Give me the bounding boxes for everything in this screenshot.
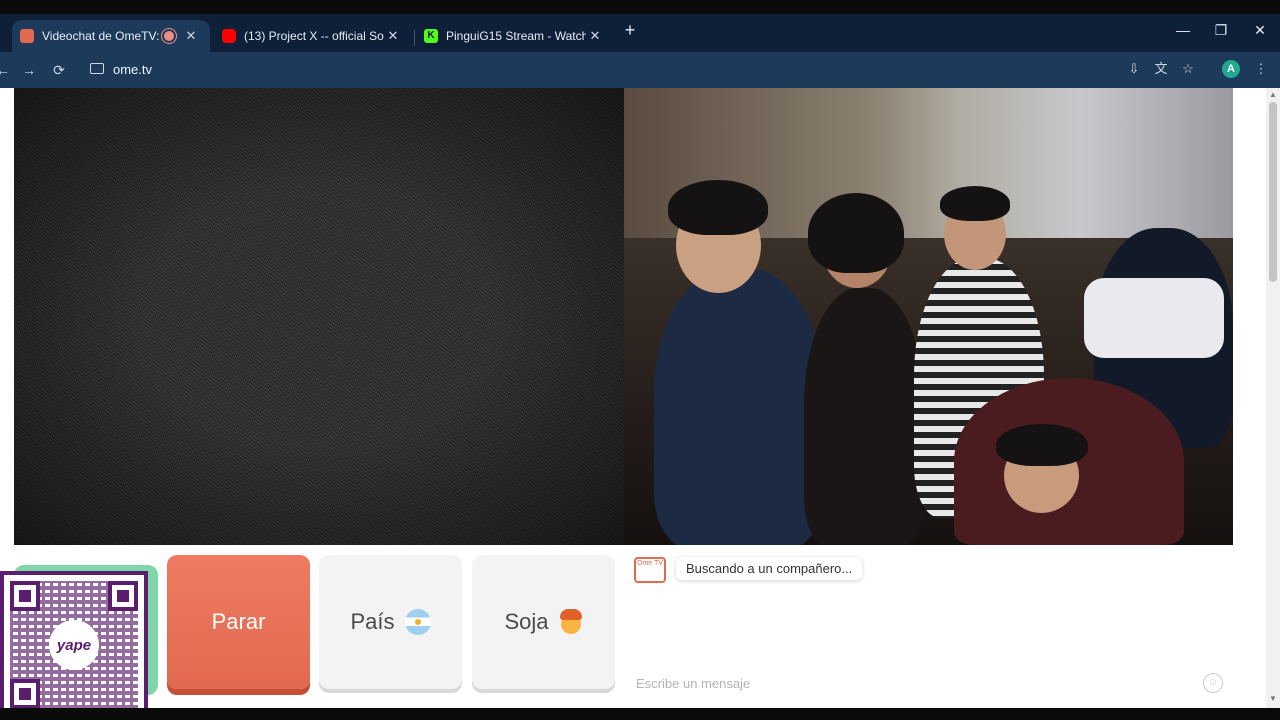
status-message: Buscando a un compañero... (676, 557, 863, 580)
browser-toolbar: ← → ⟳ ome.tv ⇩ 文 ☆ A ⋮ (0, 52, 1280, 88)
translate-icon[interactable]: 文 (1152, 60, 1170, 78)
boy-emoji-icon (559, 609, 583, 635)
reload-button[interactable]: ⟳ (48, 59, 70, 81)
kick-icon: K (424, 29, 438, 43)
person-hair (668, 180, 768, 235)
window-top-edge (0, 0, 1280, 14)
youtube-icon (222, 29, 236, 43)
url-text: ome.tv (113, 62, 153, 77)
recording-indicator-icon (162, 29, 176, 43)
gender-button[interactable]: Soja (472, 555, 615, 689)
scroll-up-icon[interactable]: ▲ (1266, 90, 1280, 99)
tab-title: (13) Project X -- official Soundtr (244, 29, 384, 43)
ometv-page: Parar País Soja Ome TV Buscando a un com… (0, 88, 1280, 720)
argentina-flag-icon (404, 609, 431, 635)
person-silhouette (654, 268, 824, 545)
close-tab-icon[interactable]: ✕ (384, 28, 402, 44)
yape-qr-overlay: yape (0, 571, 148, 720)
qr-finder (108, 581, 138, 611)
person-hair (808, 193, 904, 273)
minimize-button[interactable]: — (1173, 22, 1193, 38)
tab-youtube[interactable]: (13) Project X -- official Soundtr ✕ (214, 20, 412, 52)
qr-code: yape (4, 575, 144, 715)
menu-icon[interactable]: ⋮ (1252, 60, 1270, 78)
restore-button[interactable]: ❐ (1211, 22, 1231, 39)
window-bottom-edge (0, 708, 1280, 720)
tab-kick[interactable]: K PinguiG15 Stream - Watch Live ✕ (416, 20, 614, 52)
forward-button[interactable]: → (18, 59, 40, 81)
tab-ometv[interactable]: Videochat de OmeTV: una a ✕ (12, 20, 210, 52)
close-tab-icon[interactable]: ✕ (586, 28, 604, 44)
ometv-logo-icon: Ome TV (634, 557, 666, 583)
scroll-thumb[interactable] (1269, 102, 1277, 282)
country-button[interactable]: País (319, 555, 462, 689)
scroll-down-icon[interactable]: ▼ (1266, 694, 1280, 703)
close-tab-icon[interactable]: ✕ (182, 28, 200, 44)
tab-strip: Videochat de OmeTV: una a ✕ (13) Project… (0, 14, 1280, 52)
qr-finder (10, 581, 40, 611)
person-silhouette (804, 288, 924, 545)
gender-button-label: Soja (504, 609, 549, 634)
pillow (1084, 278, 1224, 358)
stop-button-label: Parar (211, 609, 266, 634)
country-button-label: País (350, 609, 395, 634)
bookmark-star-icon[interactable]: ☆ (1179, 60, 1197, 78)
close-window-button[interactable]: ✕ (1250, 22, 1270, 39)
tab-title: Videochat de OmeTV: una a (42, 29, 162, 43)
new-tab-button[interactable]: + (620, 21, 640, 41)
tab-title: PinguiG15 Stream - Watch Live (446, 29, 586, 43)
local-video-static (14, 88, 624, 545)
page-scrollbar[interactable]: ▲ ▼ (1266, 88, 1280, 720)
yape-logo: yape (49, 620, 99, 670)
chat-panel: Ome TV Buscando a un compañero... ☺ (624, 545, 1233, 720)
profile-avatar[interactable]: A (1222, 60, 1240, 78)
tab-separator (414, 30, 415, 46)
person-hair (996, 424, 1088, 466)
camera-permission-icon[interactable] (90, 63, 104, 74)
address-bar[interactable]: ome.tv (82, 57, 1212, 83)
emoji-picker-icon[interactable]: ☺ (1203, 673, 1223, 693)
message-input[interactable] (634, 672, 1198, 694)
back-button[interactable]: ← (0, 59, 14, 81)
remote-video (624, 88, 1233, 545)
install-app-icon[interactable]: ⇩ (1125, 60, 1143, 78)
ometv-icon (20, 29, 34, 43)
qr-finder (10, 679, 40, 709)
stop-button[interactable]: Parar (167, 555, 310, 689)
person-hair (940, 186, 1010, 221)
